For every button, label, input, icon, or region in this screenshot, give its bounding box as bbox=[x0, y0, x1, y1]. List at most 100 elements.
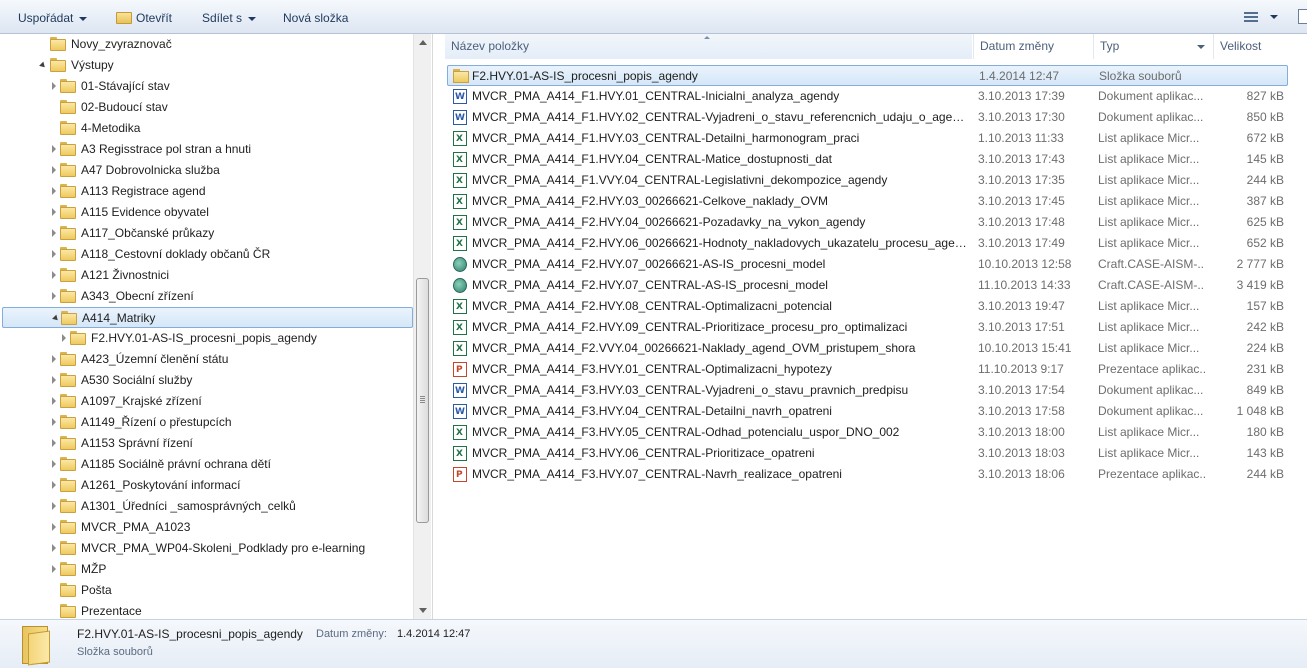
nav-item[interactable]: A121 Živnostnici bbox=[0, 265, 413, 286]
column-date[interactable]: Datum změny bbox=[973, 34, 1093, 59]
file-row[interactable]: F2.HVY.01-AS-IS_procesni_popis_agendy 1.4… bbox=[447, 65, 1288, 86]
nav-item[interactable]: A343_Obecní zřízení bbox=[0, 286, 413, 307]
open-button[interactable]: Otevřít bbox=[116, 10, 172, 26]
collapsed-arrow-icon[interactable] bbox=[52, 544, 56, 552]
collapsed-arrow-icon[interactable] bbox=[52, 187, 56, 195]
collapsed-arrow-icon[interactable] bbox=[62, 334, 66, 342]
nav-item[interactable]: A530 Sociální služby bbox=[0, 370, 413, 391]
nav-item[interactable]: Prezentace bbox=[0, 601, 413, 619]
nav-item[interactable]: A47 Dobrovolnicka služba bbox=[0, 160, 413, 181]
file-row[interactable]: MVCR_PMA_A414_F2.HVY.09_CENTRAL-Prioriti… bbox=[447, 317, 1288, 339]
nav-item[interactable]: Pošta bbox=[0, 580, 413, 601]
file-row[interactable]: MVCR_PMA_A414_F1.HVY.04_CENTRAL-Matice_d… bbox=[447, 149, 1288, 171]
nav-item[interactable]: A1261_Poskytování informací bbox=[0, 475, 413, 496]
file-row[interactable]: MVCR_PMA_A414_F3.HVY.01_CENTRAL-Optimali… bbox=[447, 359, 1288, 381]
collapsed-arrow-icon[interactable] bbox=[52, 229, 56, 237]
new-folder-button[interactable]: Nová složka bbox=[283, 10, 348, 26]
change-view-icon[interactable] bbox=[1244, 12, 1258, 22]
nav-item[interactable]: Novy_zvyraznovač bbox=[0, 34, 413, 55]
collapsed-arrow-icon[interactable] bbox=[52, 439, 56, 447]
file-row[interactable]: MVCR_PMA_A414_F2.HVY.06_00266621-Hodnoty… bbox=[447, 233, 1288, 255]
column-type-label: Typ bbox=[1100, 39, 1120, 53]
collapsed-arrow-icon[interactable] bbox=[52, 565, 56, 573]
folder-icon bbox=[60, 583, 76, 597]
nav-item[interactable]: Výstupy bbox=[0, 55, 413, 76]
file-row[interactable]: MVCR_PMA_A414_F2.HVY.04_00266621-Pozadav… bbox=[447, 212, 1288, 234]
scrollbar-thumb[interactable] bbox=[416, 278, 429, 523]
nav-item[interactable]: F2.HVY.01-AS-IS_procesni_popis_agendy bbox=[0, 328, 413, 349]
file-type: List aplikace Micr... bbox=[1098, 173, 1200, 187]
nav-item[interactable]: MVCR_PMA_WP04-Skoleni_Podklady pro e-lea… bbox=[0, 538, 413, 559]
nav-item[interactable]: A113 Registrace agend bbox=[0, 181, 413, 202]
nav-item[interactable]: 4-Metodika bbox=[0, 118, 413, 139]
collapsed-arrow-icon[interactable] bbox=[52, 523, 56, 531]
column-filter-chevron-icon[interactable] bbox=[1197, 45, 1205, 49]
excel-icon bbox=[453, 234, 467, 255]
file-row[interactable]: MVCR_PMA_A414_F2.HVY.03_00266621-Celkove… bbox=[447, 191, 1288, 213]
collapsed-arrow-icon[interactable] bbox=[52, 418, 56, 426]
file-type: List aplikace Micr... bbox=[1098, 236, 1200, 250]
file-name: MVCR_PMA_A414_F1.VVY.04_CENTRAL-Legislat… bbox=[472, 173, 888, 187]
nav-item[interactable]: A423_Územní členění státu bbox=[0, 349, 413, 370]
file-name: MVCR_PMA_A414_F2.HVY.07_CENTRAL-AS-IS_pr… bbox=[472, 278, 828, 292]
nav-item[interactable]: A3 Regisstrace pol stran a hnuti bbox=[0, 139, 413, 160]
nav-item[interactable]: 01-Stávající stav bbox=[0, 76, 413, 97]
collapsed-arrow-icon[interactable] bbox=[52, 145, 56, 153]
nav-item[interactable]: A1153 Správní řízení bbox=[0, 433, 413, 454]
nav-item-label: F2.HVY.01-AS-IS_procesni_popis_agendy bbox=[91, 331, 317, 345]
file-row[interactable]: MVCR_PMA_A414_F1.VVY.04_CENTRAL-Legislat… bbox=[447, 170, 1288, 192]
excel-icon bbox=[453, 423, 467, 444]
nav-item[interactable]: A414_Matriky bbox=[2, 307, 413, 328]
collapsed-arrow-icon[interactable] bbox=[52, 481, 56, 489]
file-size: 157 kB bbox=[1246, 299, 1284, 313]
collapsed-arrow-icon[interactable] bbox=[52, 166, 56, 174]
word-icon bbox=[453, 381, 467, 402]
file-row[interactable]: MVCR_PMA_A414_F2.HVY.07_00266621-AS-IS_p… bbox=[447, 254, 1288, 275]
collapsed-arrow-icon[interactable] bbox=[52, 397, 56, 405]
file-row[interactable]: MVCR_PMA_A414_F1.HVY.02_CENTRAL-Vyjadren… bbox=[447, 107, 1288, 129]
excel-icon bbox=[453, 297, 467, 318]
scroll-down-arrow-icon[interactable] bbox=[419, 608, 427, 613]
nav-item[interactable]: MVCR_PMA_A1023 bbox=[0, 517, 413, 538]
file-row[interactable]: MVCR_PMA_A414_F3.HVY.07_CENTRAL-Navrh_re… bbox=[447, 464, 1288, 486]
organize-button[interactable]: Uspořádat bbox=[18, 10, 88, 26]
column-date-label: Datum změny bbox=[980, 39, 1055, 53]
file-row[interactable]: MVCR_PMA_A414_F1.HVY.01_CENTRAL-Inicialn… bbox=[447, 86, 1288, 108]
nav-item[interactable]: A1097_Krajské zřízení bbox=[0, 391, 413, 412]
nav-item[interactable]: 02-Budoucí stav bbox=[0, 97, 413, 118]
collapsed-arrow-icon[interactable] bbox=[52, 460, 56, 468]
expanded-arrow-icon[interactable] bbox=[52, 314, 60, 323]
file-row[interactable]: MVCR_PMA_A414_F3.HVY.06_CENTRAL-Prioriti… bbox=[447, 443, 1288, 465]
share-with-button[interactable]: Sdílet s bbox=[202, 10, 257, 26]
collapsed-arrow-icon[interactable] bbox=[52, 250, 56, 258]
nav-item[interactable]: MŽP bbox=[0, 559, 413, 580]
folder-icon bbox=[60, 604, 76, 618]
file-row[interactable]: MVCR_PMA_A414_F1.HVY.03_CENTRAL-Detailni… bbox=[447, 128, 1288, 150]
nav-item[interactable]: A1149_Řízení o přestupcích bbox=[0, 412, 413, 433]
collapsed-arrow-icon[interactable] bbox=[52, 271, 56, 279]
nav-item[interactable]: A117_Občanské průkazy bbox=[0, 223, 413, 244]
expanded-arrow-icon[interactable] bbox=[39, 61, 47, 70]
preview-pane-icon[interactable] bbox=[1298, 9, 1307, 24]
nav-item[interactable]: A115 Evidence obyvatel bbox=[0, 202, 413, 223]
collapsed-arrow-icon[interactable] bbox=[52, 502, 56, 510]
file-row[interactable]: MVCR_PMA_A414_F3.HVY.04_CENTRAL-Detailni… bbox=[447, 401, 1288, 423]
scroll-up-arrow-icon[interactable] bbox=[419, 40, 427, 45]
collapsed-arrow-icon[interactable] bbox=[52, 292, 56, 300]
nav-item[interactable]: A1185 Sociálně právní ochrana dětí bbox=[0, 454, 413, 475]
view-options-chevron-icon[interactable] bbox=[1270, 15, 1278, 19]
file-row[interactable]: MVCR_PMA_A414_F2.HVY.07_CENTRAL-AS-IS_pr… bbox=[447, 275, 1288, 296]
nav-item[interactable]: A1301_Úředníci _samosprávných_celků bbox=[0, 496, 413, 517]
collapsed-arrow-icon[interactable] bbox=[52, 208, 56, 216]
nav-item[interactable]: A118_Cestovní doklady občanů ČR bbox=[0, 244, 413, 265]
file-row[interactable]: MVCR_PMA_A414_F2.VVY.04_00266621-Naklady… bbox=[447, 338, 1288, 360]
collapsed-arrow-icon[interactable] bbox=[52, 376, 56, 384]
file-row[interactable]: MVCR_PMA_A414_F3.HVY.03_CENTRAL-Vyjadren… bbox=[447, 380, 1288, 402]
file-row[interactable]: MVCR_PMA_A414_F3.HVY.05_CENTRAL-Odhad_po… bbox=[447, 422, 1288, 444]
collapsed-arrow-icon[interactable] bbox=[52, 82, 56, 90]
collapsed-arrow-icon[interactable] bbox=[52, 355, 56, 363]
column-size[interactable]: Velikost bbox=[1213, 34, 1303, 59]
navigation-scrollbar[interactable] bbox=[413, 34, 431, 619]
file-row[interactable]: MVCR_PMA_A414_F2.HVY.08_CENTRAL-Optimali… bbox=[447, 296, 1288, 318]
column-type[interactable]: Typ bbox=[1093, 34, 1213, 59]
